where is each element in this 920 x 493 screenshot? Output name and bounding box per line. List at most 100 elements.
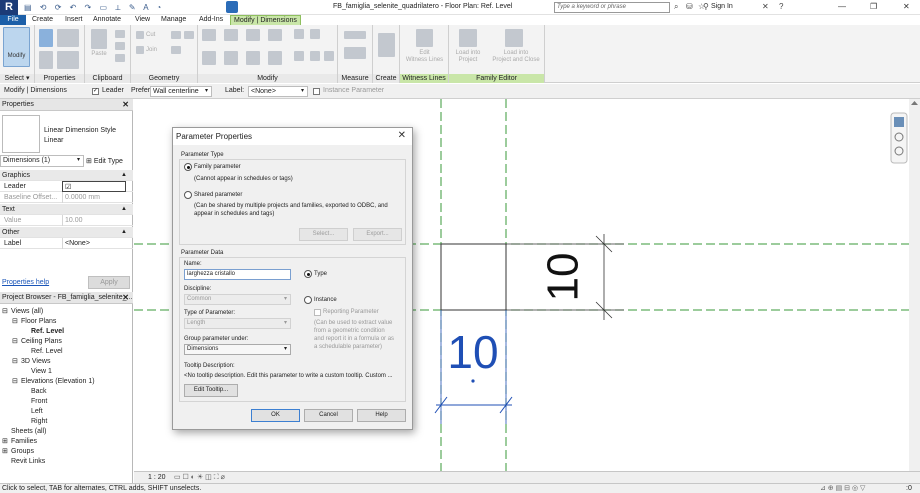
- browser-item[interactable]: ⊟ Ceiling Plans: [2, 337, 95, 347]
- group-under-dropdown[interactable]: Dimensions ▾: [184, 344, 291, 355]
- trim-icon[interactable]: [268, 51, 282, 65]
- export-button[interactable]: Export...: [353, 228, 402, 241]
- quick-access-toolbar[interactable]: ▤ ⟲ ⟳ ↶ ↷ ▭ ⟂ ✎ A ◔: [24, 3, 164, 13]
- browser-item[interactable]: ⊞ Groups: [2, 447, 95, 457]
- edit-tooltip-button[interactable]: Edit Tooltip...: [184, 384, 238, 397]
- infocenter-icon[interactable]: ⛁: [686, 2, 693, 11]
- cut-icon[interactable]: [136, 31, 144, 39]
- discipline-dropdown[interactable]: Common ▾: [184, 294, 291, 305]
- tree-toggle-icon[interactable]: ⊟: [12, 377, 21, 387]
- dialog-close-icon[interactable]: ✕: [398, 130, 406, 141]
- group-graphics[interactable]: Graphics ▲: [0, 170, 133, 181]
- tab-view[interactable]: View: [135, 15, 150, 25]
- geometry-rectangle[interactable]: [440, 243, 507, 311]
- split-face-icon[interactable]: [171, 46, 181, 54]
- exchange-apps-icon[interactable]: ✕: [762, 2, 769, 11]
- type-properties-icon[interactable]: [39, 29, 53, 47]
- view-scale[interactable]: 1 : 20: [148, 472, 166, 483]
- group-other[interactable]: Other ▲: [0, 227, 133, 238]
- tab-annotate[interactable]: Annotate: [93, 15, 121, 25]
- browser-item[interactable]: Revit Links: [2, 457, 95, 467]
- join-icon[interactable]: [136, 46, 144, 54]
- load-into-project-icon[interactable]: [459, 29, 477, 47]
- properties-icon[interactable]: [57, 29, 79, 47]
- browser-item[interactable]: Ref. Level: [2, 327, 95, 337]
- scale-icon[interactable]: [310, 51, 320, 61]
- aligned-dimension-icon[interactable]: [344, 47, 366, 59]
- type-of-parameter-dropdown[interactable]: Length ▾: [184, 318, 291, 329]
- tree-toggle-icon[interactable]: ⊟: [2, 307, 11, 317]
- match-properties-icon[interactable]: [115, 54, 125, 62]
- copy-icon[interactable]: [115, 30, 125, 38]
- minimize-icon[interactable]: —: [838, 2, 846, 11]
- apply-button[interactable]: Apply: [88, 276, 130, 289]
- array-icon[interactable]: [294, 51, 304, 61]
- cancel-button[interactable]: Cancel: [304, 409, 353, 422]
- browser-item[interactable]: ⊟ Floor Plans: [2, 317, 95, 327]
- pin-icon[interactable]: [310, 29, 320, 39]
- tab-manage[interactable]: Manage: [161, 15, 186, 25]
- family-types-icon[interactable]: [39, 51, 53, 69]
- delete-icon[interactable]: [324, 51, 334, 61]
- name-input[interactable]: larghezza cristallo: [184, 269, 291, 280]
- label-dropdown[interactable]: <None> ▾: [248, 86, 308, 97]
- vertical-scrollbar[interactable]: [909, 99, 920, 471]
- tab-insert[interactable]: Insert: [65, 15, 83, 25]
- rotate-icon[interactable]: [246, 51, 260, 65]
- group-text[interactable]: Text ▲: [0, 204, 133, 215]
- create-similar-icon[interactable]: [378, 33, 395, 57]
- mirror-axis-icon[interactable]: [246, 29, 260, 41]
- edit-type-button[interactable]: ⊞ Edit Type: [86, 157, 123, 165]
- instance-radio[interactable]: [304, 296, 312, 304]
- prefer-dropdown[interactable]: Wall centerline ▾: [150, 86, 212, 97]
- offset-icon[interactable]: [224, 29, 238, 41]
- leader-checkbox[interactable]: ✓: [92, 88, 99, 95]
- switch-windows-icon[interactable]: [226, 1, 238, 13]
- edit-witness-lines-icon[interactable]: [416, 29, 433, 47]
- tree-toggle-icon[interactable]: ⊞: [2, 437, 11, 447]
- dimension-text-horizontal[interactable]: 10: [447, 326, 498, 378]
- panel-label-select[interactable]: Select ▾: [0, 74, 34, 83]
- browser-item[interactable]: Right: [2, 417, 95, 427]
- browser-item[interactable]: Left: [2, 407, 95, 417]
- shared-parameter-radio[interactable]: [184, 191, 192, 199]
- instance-parameter-checkbox[interactable]: [313, 88, 320, 95]
- status-icons[interactable]: ⊿ ⊕ ▤ ⊟ ◎ ▽: [820, 484, 865, 493]
- app-logo[interactable]: R: [0, 0, 18, 15]
- split-icon[interactable]: [294, 29, 304, 39]
- help-button[interactable]: Help: [357, 409, 406, 422]
- tab-add-ins[interactable]: Add-Ins: [199, 15, 223, 25]
- browser-item[interactable]: ⊟ 3D Views: [2, 357, 95, 367]
- search-icon[interactable]: ⌕: [674, 2, 678, 12]
- family-parameter-radio[interactable]: [184, 163, 192, 171]
- reporting-parameter-checkbox[interactable]: [314, 309, 321, 316]
- tree-toggle-icon[interactable]: ⊟: [12, 317, 21, 327]
- tab-create[interactable]: Create: [32, 15, 53, 25]
- view-cube-icon[interactable]: [894, 117, 904, 127]
- move-icon[interactable]: [202, 51, 216, 65]
- help-icon[interactable]: ?: [779, 2, 783, 11]
- browser-item[interactable]: Back: [2, 387, 95, 397]
- sign-in-button[interactable]: Sign In: [711, 3, 733, 10]
- tree-toggle-icon[interactable]: ⊞: [2, 447, 11, 457]
- browser-item[interactable]: Sheets (all): [2, 427, 95, 437]
- browser-item[interactable]: View 1: [2, 367, 95, 377]
- search-input[interactable]: Type a keyword or phrase: [554, 2, 670, 13]
- text-drag-grip[interactable]: [471, 379, 475, 383]
- load-into-project-close-icon[interactable]: [505, 29, 523, 47]
- type-radio[interactable]: [304, 270, 312, 278]
- close-icon[interactable]: ✕: [903, 2, 910, 11]
- dimension-text-vertical[interactable]: 10: [539, 253, 588, 302]
- browser-item[interactable]: ⊞ Families: [2, 437, 95, 447]
- leader-value[interactable]: ☑: [62, 181, 126, 192]
- wall-joins-icon[interactable]: [171, 31, 181, 39]
- family-category-icon[interactable]: [57, 51, 79, 69]
- cope-icon[interactable]: [115, 42, 125, 50]
- tree-toggle-icon[interactable]: ⊟: [12, 357, 21, 367]
- align-icon[interactable]: [202, 29, 216, 41]
- select-button[interactable]: Select...: [299, 228, 348, 241]
- paint-icon[interactable]: [184, 31, 194, 39]
- browser-item[interactable]: ⊟ Elevations (Elevation 1): [2, 377, 95, 387]
- type-selector[interactable]: Linear Dimension Style Linear: [44, 126, 116, 146]
- modify-button[interactable]: [3, 27, 30, 67]
